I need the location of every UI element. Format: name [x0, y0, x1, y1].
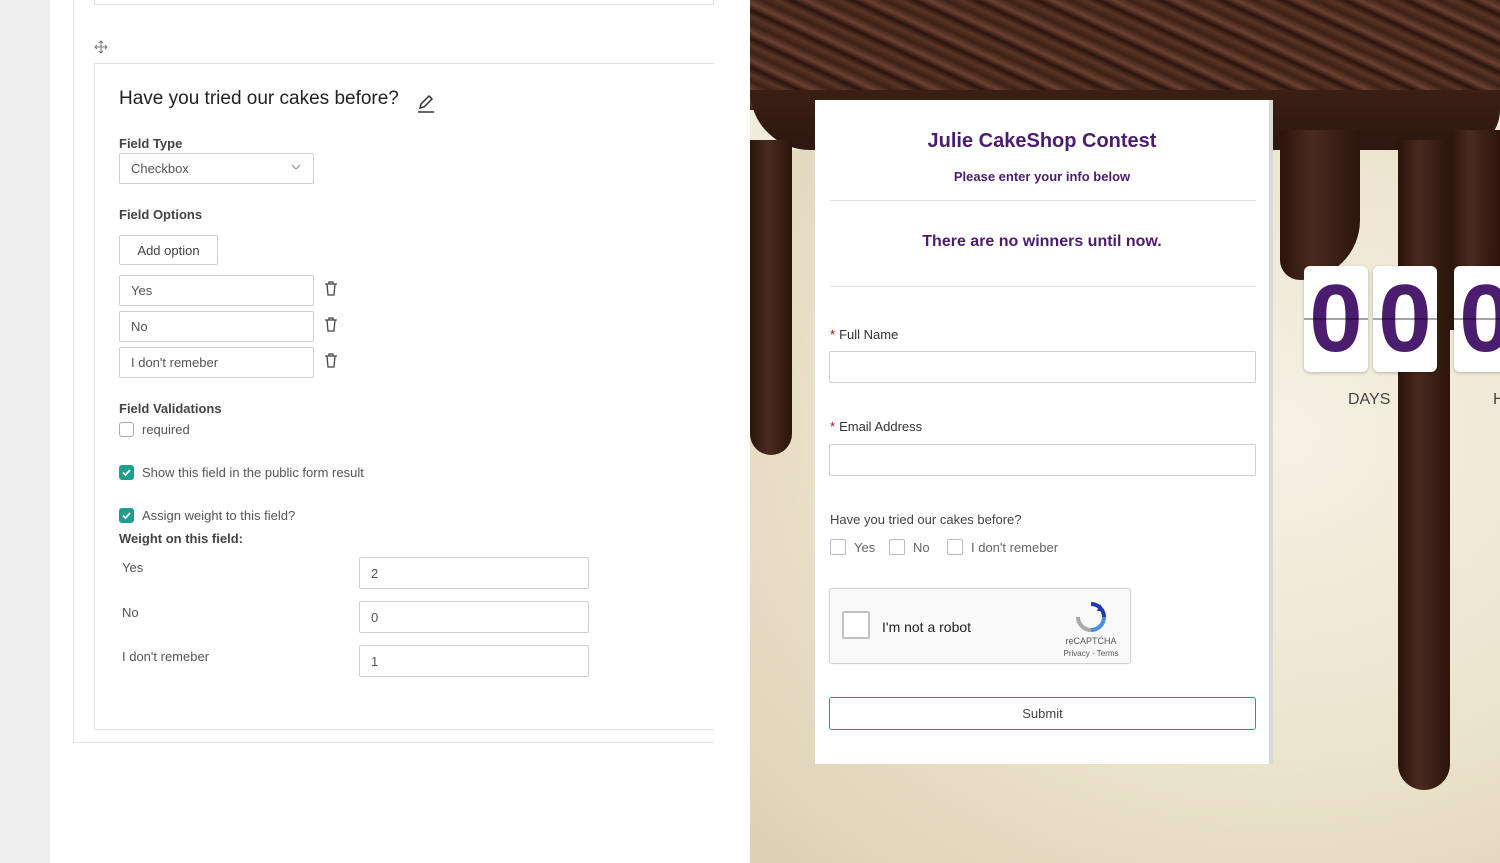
submit-button[interactable]: Submit — [829, 697, 1256, 730]
chevron-down-icon — [291, 164, 301, 170]
countdown-days-label: DAYS — [1348, 391, 1391, 408]
checkbox[interactable] — [889, 539, 905, 555]
weight-value: 2 — [371, 565, 379, 581]
email-label: * Email Address — [830, 419, 923, 434]
assign-weight-checkbox[interactable] — [119, 508, 134, 523]
form-title: Julie CakeShop Contest — [927, 130, 1157, 152]
weight-name: No — [122, 605, 139, 620]
full-name-label: * Full Name — [830, 327, 899, 342]
countdown-digit: 0 — [1454, 266, 1500, 372]
recaptcha-checkbox[interactable] — [842, 611, 870, 639]
divider — [830, 286, 1256, 287]
field-type-value: Checkbox — [131, 161, 189, 176]
option-yes[interactable]: Yes — [830, 539, 875, 555]
weight-name: Yes — [122, 560, 144, 575]
recaptcha-widget: I'm not a robot reCAPTCHA Privacy - Term… — [829, 588, 1131, 664]
recaptcha-label: I'm not a robot — [882, 619, 972, 635]
required-asterisk: * — [830, 327, 836, 342]
previous-field-card — [94, 0, 714, 5]
field-validations-label: Field Validations — [119, 401, 222, 416]
contest-form: Julie CakeShop Contest Please enter your… — [815, 100, 1273, 764]
no-winners-message: There are no winners until now. — [922, 233, 1162, 250]
field-options-label: Field Options — [119, 207, 203, 222]
full-name-input[interactable] — [829, 351, 1256, 383]
option-value: No — [131, 319, 148, 334]
trash-icon[interactable] — [324, 317, 338, 333]
add-option-button[interactable]: Add option — [119, 235, 218, 265]
option-no[interactable]: No — [889, 539, 930, 555]
pencil-icon[interactable] — [416, 93, 436, 113]
checkbox[interactable] — [947, 539, 963, 555]
option-value: Yes — [131, 283, 153, 298]
weight-input-yes[interactable]: 2 — [359, 557, 589, 589]
weight-name: I don't remeber — [122, 649, 210, 664]
question-title: Have you tried our cakes before? — [119, 88, 399, 109]
option-value: I don't remeber — [131, 355, 219, 370]
checkbox[interactable] — [830, 539, 846, 555]
field-type-label: Field Type — [119, 136, 183, 151]
recaptcha-links[interactable]: Privacy - Terms — [1052, 649, 1130, 658]
weight-input-no[interactable]: 0 — [359, 601, 589, 633]
weight-input-dont-remember[interactable]: 1 — [359, 645, 589, 677]
show-in-result-label: Show this field in the public form resul… — [142, 465, 364, 480]
trash-icon[interactable] — [324, 353, 338, 369]
check-icon — [122, 512, 131, 520]
divider — [830, 200, 1256, 201]
required-checkbox[interactable] — [119, 422, 134, 437]
email-input[interactable] — [829, 444, 1256, 476]
countdown-digit: 0 — [1373, 266, 1437, 372]
weight-on-field-label: Weight on this field: — [119, 531, 243, 546]
left-gutter — [0, 0, 50, 863]
check-icon — [122, 469, 131, 477]
form-subtitle: Please enter your info below — [953, 169, 1131, 184]
option-input-yes[interactable]: Yes — [119, 275, 314, 306]
recaptcha-brand: reCAPTCHA — [1065, 636, 1117, 646]
option-dont-remember[interactable]: I don't remeber — [947, 539, 1058, 555]
chocolate-drip-image — [1398, 140, 1450, 790]
option-input-no[interactable]: No — [119, 311, 314, 342]
trash-icon[interactable] — [324, 281, 338, 297]
required-label: required — [142, 422, 190, 437]
cakes-question-label: Have you tried our cakes before? — [830, 512, 1022, 527]
weight-value: 0 — [371, 609, 379, 625]
assign-weight-label: Assign weight to this field? — [142, 508, 296, 523]
countdown-digit: 0 — [1304, 266, 1368, 372]
recaptcha-logo-icon — [1076, 602, 1106, 632]
required-asterisk: * — [830, 419, 836, 434]
show-in-result-checkbox[interactable] — [119, 465, 134, 480]
countdown-hours-label: H — [1493, 391, 1500, 408]
form-preview: 0 0 0 DAYS H Julie CakeShop Contest Plea… — [750, 0, 1500, 863]
move-handle-icon[interactable] — [94, 40, 108, 54]
field-editor-panel: Have you tried our cakes before? Field T… — [50, 0, 750, 863]
chocolate-drip-image — [750, 140, 792, 455]
field-type-select[interactable]: Checkbox — [119, 153, 314, 184]
option-input-dont-remember[interactable]: I don't remeber — [119, 347, 314, 378]
weight-value: 1 — [371, 653, 379, 669]
